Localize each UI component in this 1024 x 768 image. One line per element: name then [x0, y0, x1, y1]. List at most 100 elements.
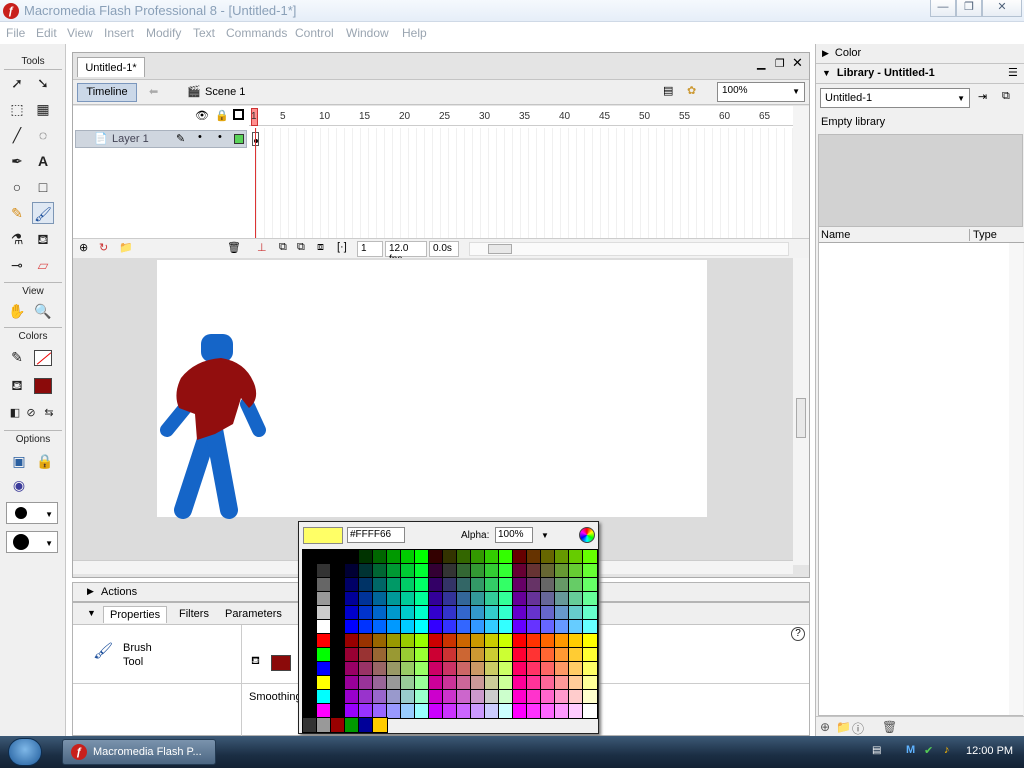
swatch-cell[interactable]	[540, 577, 556, 593]
swatch-cell[interactable]	[386, 633, 402, 649]
tab-properties[interactable]: Properties	[103, 606, 168, 623]
swatch-cell[interactable]	[568, 619, 584, 635]
swatch-cell[interactable]	[470, 619, 486, 635]
swatch-cell[interactable]	[302, 549, 318, 565]
swatch-cell[interactable]	[400, 619, 416, 635]
menu-help[interactable]: Help	[402, 26, 427, 40]
swatch-cell[interactable]	[428, 591, 444, 607]
swatch-cell[interactable]	[540, 591, 556, 607]
swatch-cell[interactable]	[316, 619, 332, 635]
swatch-cell[interactable]	[358, 577, 374, 593]
swatch-cell[interactable]	[414, 549, 430, 565]
frame-grid[interactable]	[249, 128, 793, 238]
swatch-cell[interactable]	[582, 661, 598, 677]
swatch-cell[interactable]	[316, 703, 332, 719]
insert-layer-icon[interactable]: ⊕	[79, 241, 88, 254]
swatch-cell[interactable]	[316, 647, 332, 663]
back-arrow-icon[interactable]: ⬅	[149, 85, 158, 98]
onion-outlines-icon[interactable]: ⧉	[297, 241, 305, 254]
menu-commands[interactable]: Commands	[226, 26, 287, 40]
gradient-swatch[interactable]	[302, 717, 318, 733]
swatch-cell[interactable]	[330, 633, 346, 649]
swatch-cell[interactable]	[470, 591, 486, 607]
swatch-cell[interactable]	[414, 647, 430, 663]
swatch-cell[interactable]	[470, 563, 486, 579]
swatch-cell[interactable]	[442, 633, 458, 649]
swatch-cell[interactable]	[414, 661, 430, 677]
swatch-cell[interactable]	[428, 675, 444, 691]
swatch-cell[interactable]	[526, 703, 542, 719]
swatch-cell[interactable]	[512, 703, 528, 719]
swatch-cell[interactable]	[526, 647, 542, 663]
swatch-cell[interactable]	[526, 605, 542, 621]
swatch-cell[interactable]	[554, 689, 570, 705]
swatch-cell[interactable]	[386, 549, 402, 565]
menu-view[interactable]: View	[67, 26, 93, 40]
layer-outline-swatch[interactable]	[234, 134, 244, 144]
swatch-cell[interactable]	[386, 675, 402, 691]
swatch-cell[interactable]	[470, 577, 486, 593]
new-folder-icon[interactable]: 📁	[836, 720, 851, 734]
swatch-cell[interactable]	[330, 647, 346, 663]
swatch-cell[interactable]	[442, 605, 458, 621]
doc-minimize-icon[interactable]: ▁	[757, 57, 765, 70]
gradient-swatch[interactable]	[330, 717, 346, 733]
object-drawing-icon[interactable]: ▣	[8, 450, 30, 472]
swatch-cell[interactable]	[302, 703, 318, 719]
eraser-tool-icon[interactable]: ▱	[32, 254, 54, 276]
swatch-cell[interactable]	[316, 689, 332, 705]
menu-text[interactable]: Text	[193, 26, 215, 40]
swatch-cell[interactable]	[358, 563, 374, 579]
swatch-cell[interactable]	[582, 605, 598, 621]
swatch-cell[interactable]	[582, 591, 598, 607]
tray-network-icon[interactable]: ✔	[924, 744, 933, 757]
zoom-tool-icon[interactable]: 🔍	[32, 300, 54, 322]
selection-tool-icon[interactable]: ➚	[6, 72, 28, 94]
swatch-cell[interactable]	[582, 619, 598, 635]
swatch-cell[interactable]	[498, 661, 514, 677]
swatch-cell[interactable]	[540, 633, 556, 649]
library-list[interactable]: Name Type	[818, 226, 1024, 716]
close-button[interactable]: ✕	[982, 0, 1022, 17]
swatch-cell[interactable]	[442, 647, 458, 663]
swatch-cell[interactable]	[498, 689, 514, 705]
swatch-cell[interactable]	[456, 689, 472, 705]
swatch-cell[interactable]	[400, 661, 416, 677]
swatch-cell[interactable]	[540, 549, 556, 565]
swatch-cell[interactable]	[498, 591, 514, 607]
gradient-swatch[interactable]	[358, 717, 374, 733]
swatch-cell[interactable]	[442, 661, 458, 677]
swatch-cell[interactable]	[414, 605, 430, 621]
swatch-cell[interactable]	[400, 577, 416, 593]
swatch-cell[interactable]	[316, 675, 332, 691]
swatch-cell[interactable]	[330, 619, 346, 635]
swatch-cell[interactable]	[344, 549, 360, 565]
swatch-cell[interactable]	[414, 619, 430, 635]
swatch-cell[interactable]	[568, 605, 584, 621]
swatch-cell[interactable]	[428, 563, 444, 579]
swatch-cell[interactable]	[428, 619, 444, 635]
swatch-cell[interactable]	[456, 563, 472, 579]
tab-filters[interactable]: Filters	[173, 606, 215, 622]
swatch-cell[interactable]	[400, 591, 416, 607]
swatch-cell[interactable]	[456, 549, 472, 565]
swatch-cell[interactable]	[568, 647, 584, 663]
swatch-cell[interactable]	[442, 591, 458, 607]
swatch-cell[interactable]	[428, 703, 444, 719]
edit-scene-icon[interactable]: ▤	[663, 84, 673, 97]
swatch-cell[interactable]	[498, 675, 514, 691]
swatch-cell[interactable]	[484, 619, 500, 635]
swatch-cell[interactable]	[386, 647, 402, 663]
rectangle-tool-icon[interactable]: □	[32, 176, 54, 198]
ink-bottle-tool-icon[interactable]: ⚗	[6, 228, 28, 250]
tab-parameters[interactable]: Parameters	[219, 606, 288, 622]
swatch-cell[interactable]	[386, 689, 402, 705]
swatch-cell[interactable]	[330, 605, 346, 621]
text-tool-icon[interactable]: A	[32, 150, 54, 172]
swatch-cell[interactable]	[344, 619, 360, 635]
swatch-cell[interactable]	[582, 675, 598, 691]
eyedropper-tool-icon[interactable]: ⊸	[6, 254, 28, 276]
swatch-cell[interactable]	[554, 563, 570, 579]
menu-edit[interactable]: Edit	[36, 26, 57, 40]
swatch-cell[interactable]	[498, 633, 514, 649]
